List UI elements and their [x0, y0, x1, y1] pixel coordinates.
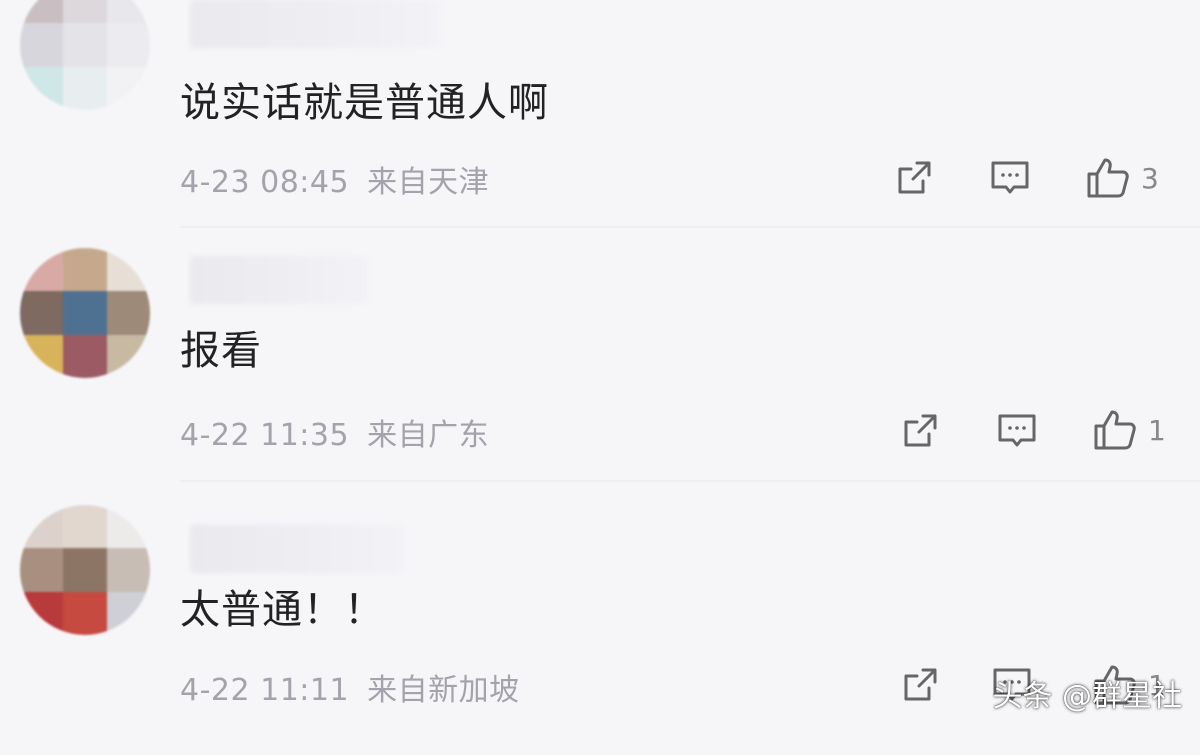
username-redacted[interactable] [190, 0, 440, 48]
comment-location: 来自天津 [367, 165, 490, 200]
comment-item: 报看 4-22 11:35 来自广东 1 [0, 248, 1200, 498]
comment-text: 报看 [180, 328, 262, 374]
avatar-pixel [63, 291, 107, 335]
comment-item: 说实话就是普通人啊 4-23 08:45 来自天津 3 [0, 0, 1200, 250]
avatar-pixel [20, 291, 64, 335]
thumbs-up-icon [1094, 410, 1136, 450]
avatar-pixel [106, 248, 150, 292]
avatar-pixel [63, 591, 107, 635]
like-button[interactable]: 3 [1085, 154, 1159, 202]
share-button[interactable] [893, 154, 935, 202]
avatar-pixel [106, 334, 150, 378]
comment-item: 太普通！！ 4-22 11:11 来自新加坡 1 [0, 505, 1200, 755]
comment-time: 4-22 11:35 [180, 418, 350, 453]
comment-time: 4-22 11:11 [180, 673, 350, 708]
reply-button[interactable] [988, 154, 1032, 202]
comment-meta: 4-22 11:11 来自新加坡 [180, 665, 520, 709]
username-redacted[interactable] [190, 256, 370, 304]
share-icon [904, 668, 937, 701]
comment-text: 太普通！！ [180, 587, 385, 633]
avatar-pixel [106, 548, 150, 592]
avatar-pixel [20, 591, 64, 635]
divider [180, 480, 1200, 482]
avatar-pixel [106, 591, 150, 635]
comment-icon [991, 161, 1029, 194]
share-icon [898, 161, 931, 194]
avatar-pixel [20, 334, 64, 378]
avatar-pixel [20, 505, 64, 549]
share-icon [904, 414, 937, 447]
avatar[interactable] [20, 248, 150, 378]
comment-meta: 4-23 08:45 来自天津 [180, 157, 489, 201]
comment-text: 说实话就是普通人啊 [180, 80, 549, 126]
watermark: 头条 @群星社 [992, 679, 1182, 714]
comment-icon [998, 414, 1036, 447]
avatar[interactable] [20, 505, 150, 635]
avatar-pixel [20, 248, 64, 292]
avatar[interactable] [20, 0, 150, 110]
avatar-pixel [20, 23, 64, 67]
avatar-pixel [63, 505, 107, 549]
avatar-pixel [63, 248, 107, 292]
avatar-pixel [20, 0, 64, 24]
username-redacted[interactable] [190, 525, 405, 573]
divider [180, 226, 1200, 228]
comment-location: 来自新加坡 [367, 673, 520, 708]
share-button[interactable] [899, 661, 941, 709]
avatar-pixel [106, 23, 150, 67]
avatar-pixel [106, 291, 150, 335]
avatar-pixel [63, 23, 107, 67]
avatar-pixel [106, 66, 150, 110]
avatar-pixel [63, 334, 107, 378]
like-count: 3 [1141, 161, 1159, 195]
avatar-pixel [20, 66, 64, 110]
comment-location: 来自广东 [367, 418, 490, 453]
comment-time: 4-23 08:45 [180, 165, 350, 200]
avatar-pixel [106, 0, 150, 24]
avatar-pixel [63, 66, 107, 110]
like-count: 1 [1148, 413, 1166, 447]
share-button[interactable] [899, 407, 941, 455]
thumbs-up-icon [1087, 158, 1129, 198]
avatar-pixel [63, 0, 107, 24]
comment-meta: 4-22 11:35 来自广东 [180, 410, 489, 454]
avatar-pixel [106, 505, 150, 549]
avatar-pixel [63, 548, 107, 592]
reply-button[interactable] [995, 407, 1039, 455]
like-button[interactable]: 1 [1092, 406, 1166, 454]
avatar-pixel [20, 548, 64, 592]
